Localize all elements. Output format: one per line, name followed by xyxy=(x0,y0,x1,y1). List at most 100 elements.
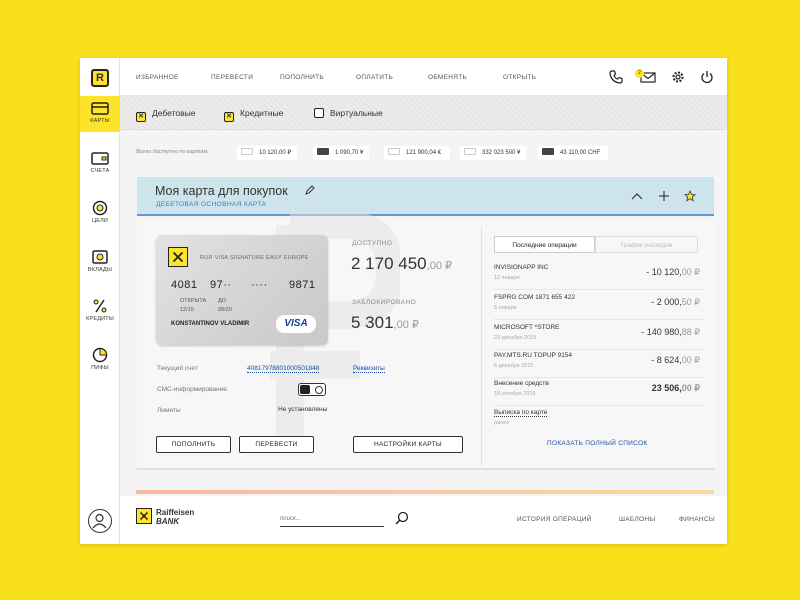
available-amount: 2 170 450,00 ₽ xyxy=(351,254,452,274)
card-holder: KONSTANTINOV VLADIMIR xyxy=(171,321,250,327)
amount-dec: ,00 ₽ xyxy=(393,319,419,331)
edit-icon[interactable] xyxy=(305,185,315,195)
search-icon[interactable] xyxy=(395,511,409,525)
filter-credit[interactable]: ✕ Кредитные xyxy=(224,108,283,122)
balance-chip[interactable]: 1 090,70 ¥ xyxy=(313,146,369,160)
operation-date: 6 декабря 2015 xyxy=(494,363,534,369)
amount-int: - 8 624, xyxy=(651,355,682,365)
chip-amount: 121 900,04 xyxy=(406,150,437,156)
amount-int: - 10 120, xyxy=(646,267,682,277)
statement-row[interactable]: Выписка по карте ранее xyxy=(494,406,704,435)
nav-exchange[interactable]: ОБМЕНЯТЬ xyxy=(428,74,467,81)
balance-chip[interactable]: 10 120,00 ₽ xyxy=(237,146,297,160)
operation-row[interactable]: PAY.MTS.RU TOPUP 9154 6 декабря 2015 - 8… xyxy=(494,349,704,378)
app-logo[interactable]: R xyxy=(91,69,109,87)
bank-card[interactable]: RUR VISA SIGNATURE EASY EUROPE 4081 97··… xyxy=(156,235,328,345)
topup-button[interactable]: ПОПОЛНИТЬ xyxy=(156,436,231,453)
card-number-group: 4081 xyxy=(171,279,198,291)
footer: RaiffeisenBANK ИСТОРИЯ ОПЕРАЦИЙ ШАБЛОНЫ … xyxy=(120,496,727,544)
amount-int: 2 170 450 xyxy=(351,254,427,273)
percent-icon xyxy=(93,299,107,313)
operation-date: 5 января xyxy=(494,305,517,311)
limits-value: Не установлены xyxy=(278,406,328,413)
nav-topup[interactable]: ПОПОЛНИТЬ xyxy=(280,74,324,81)
sidebar-item-goals[interactable]: ЦЕЛИ xyxy=(80,196,120,232)
raiffeisen-logo-icon[interactable] xyxy=(136,508,152,524)
requisites-link[interactable]: Реквизиты xyxy=(353,365,385,373)
chip-currency: ₽ xyxy=(287,150,292,156)
power-icon[interactable] xyxy=(700,70,714,84)
search-field[interactable] xyxy=(280,516,384,527)
mastercard-icon xyxy=(542,148,554,155)
operation-row[interactable]: INVISIONAPP INC 12 января - 10 120,00 ₽ xyxy=(494,261,704,290)
sidebar-item-funds[interactable]: ПИФЫ xyxy=(80,343,120,379)
sidebar-item-deposits[interactable]: ВКЛАДЫ xyxy=(80,245,120,281)
balance-summary: Всего доступно по картам: 10 120,00 ₽ 1 … xyxy=(120,141,727,163)
operation-amount: - 2 000,50 ₽ xyxy=(651,297,700,308)
limits-label: Лимиты xyxy=(157,407,181,414)
star-icon[interactable] xyxy=(684,190,696,202)
deposit-icon xyxy=(92,250,108,264)
move-icon[interactable] xyxy=(658,190,670,202)
nav-favorites[interactable]: ИЗБРАННОЕ xyxy=(136,74,179,81)
sidebar-item-credits[interactable]: КРЕДИТЫ xyxy=(80,294,120,330)
user-avatar[interactable] xyxy=(88,509,112,533)
pie-chart-icon xyxy=(92,347,108,363)
balance-chip[interactable]: 332 023 500 ¥ xyxy=(460,146,526,160)
operation-name: FSPRG COM 1871 655 422 xyxy=(494,294,575,301)
checkbox-checked-icon[interactable]: ✕ xyxy=(136,112,146,122)
amount-dec: 00 ₽ xyxy=(681,383,700,393)
sidebar-item-cards[interactable]: КАРТЫ xyxy=(80,96,120,132)
sms-label: СМС-информирование xyxy=(157,386,227,393)
blocked-amount: 5 301,00 ₽ xyxy=(351,313,419,333)
card-number-group: 9871 xyxy=(289,279,316,291)
statement-link[interactable]: Выписка по карте xyxy=(494,409,548,417)
chip-currency: ¥ xyxy=(360,150,364,156)
card-filters: ✕ Дебетовые ✕ Кредитные Виртуальные xyxy=(120,96,727,130)
chip-amount: 332 023 500 xyxy=(482,150,516,156)
card-settings-button[interactable]: НАСТРОЙКИ КАРТЫ xyxy=(353,436,463,453)
card-header: Моя карта для покупок ДЕБЕТОВАЯ ОСНОВНАЯ… xyxy=(137,177,714,216)
sms-toggle[interactable] xyxy=(298,383,326,396)
filter-label: Виртуальные xyxy=(330,108,383,118)
checkbox-checked-icon[interactable]: ✕ xyxy=(224,112,234,122)
account-number-link[interactable]: 40817978801000501848 xyxy=(247,365,320,373)
phone-icon[interactable] xyxy=(609,70,623,84)
nav-open[interactable]: ОТКРЫТЬ xyxy=(503,74,536,81)
opened-label: ОТКРЫТА xyxy=(180,298,207,304)
blocked-label: ЗАБЛОКИРОВАНО xyxy=(352,299,417,306)
visa-logo: VISA xyxy=(276,315,316,333)
search-input[interactable] xyxy=(280,516,384,522)
amount-dec: 00 ₽ xyxy=(681,267,700,277)
wallet-icon xyxy=(91,152,109,165)
filter-label: Дебетовые xyxy=(152,108,196,118)
gear-icon[interactable] xyxy=(671,70,685,84)
footer-link-templates[interactable]: ШАБЛОНЫ xyxy=(619,516,655,523)
operation-row[interactable]: MICROSOFT *STORE 23 декабря 2015 - 140 9… xyxy=(494,321,704,350)
filter-debit[interactable]: ✕ Дебетовые xyxy=(136,108,195,122)
filter-virtual[interactable]: Виртуальные xyxy=(314,108,383,118)
operation-date: 18 октября 2015 xyxy=(494,391,536,397)
nav-pay[interactable]: ОПЛАТИТЬ xyxy=(356,74,393,81)
footer-link-finances[interactable]: ФИНАНСЫ xyxy=(679,516,715,523)
sidebar-item-accounts[interactable]: СЧЕТА xyxy=(80,146,120,182)
transfer-button[interactable]: ПЕРЕВЕСТИ xyxy=(239,436,314,453)
sidebar-item-label: СЧЕТА xyxy=(90,168,110,174)
operation-name: PAY.MTS.RU TOPUP 9154 xyxy=(494,352,573,359)
sidebar-item-label: КАРТЫ xyxy=(90,118,110,124)
operation-amount: - 10 120,00 ₽ xyxy=(646,267,700,278)
balance-chip[interactable]: 121 900,04 € xyxy=(384,146,450,160)
operation-row[interactable]: Внесение средств 18 октября 2015 23 506,… xyxy=(494,377,704,406)
tab-expense-chart[interactable]: График расходов xyxy=(595,236,698,253)
tab-recent-operations[interactable]: Последние операции xyxy=(494,236,595,253)
balance-chip[interactable]: 43 110,00 CHF xyxy=(538,146,608,160)
chevron-up-icon[interactable] xyxy=(631,191,643,201)
available-label: ДОСТУПНО xyxy=(352,240,393,247)
amount-int: - 2 000, xyxy=(651,297,682,307)
account-label: Текущий счет xyxy=(157,365,198,372)
operation-row[interactable]: FSPRG COM 1871 655 422 5 января - 2 000,… xyxy=(494,291,704,320)
show-all-link[interactable]: ПОКАЗАТЬ ПОЛНЫЙ СПИСОК xyxy=(547,440,647,447)
checkbox-empty-icon[interactable] xyxy=(314,108,324,118)
footer-link-history[interactable]: ИСТОРИЯ ОПЕРАЦИЙ xyxy=(517,516,592,523)
nav-transfer[interactable]: ПЕРЕВЕСТИ xyxy=(211,74,253,81)
